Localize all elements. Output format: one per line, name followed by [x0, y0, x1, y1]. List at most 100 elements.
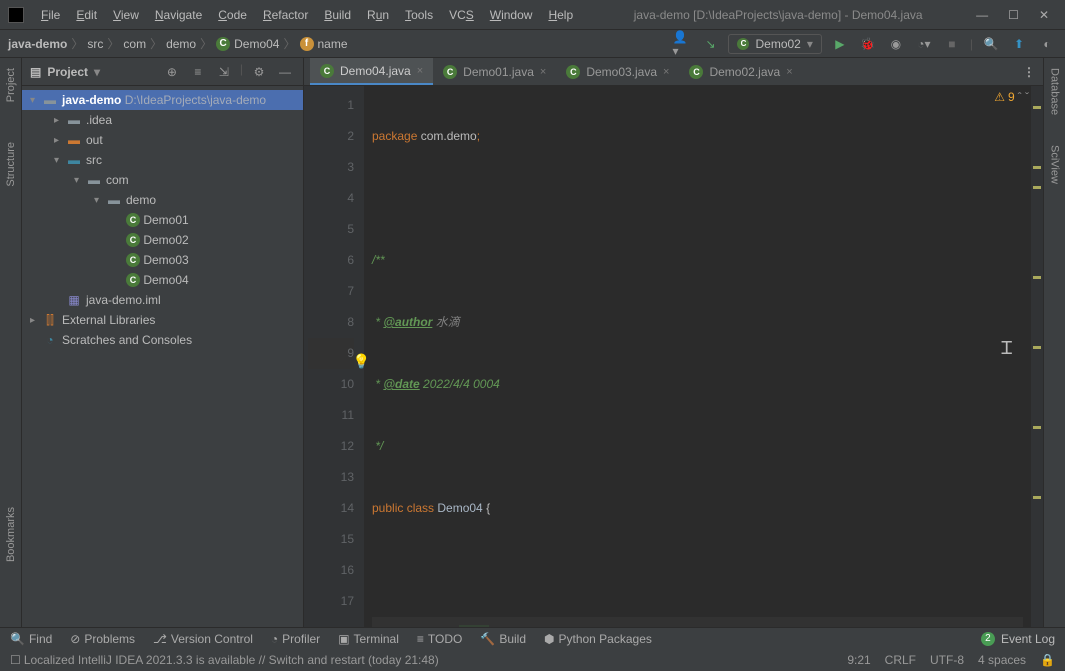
search-everywhere-icon[interactable]: 🔍: [981, 34, 1001, 54]
menu-tools[interactable]: Tools: [398, 4, 440, 26]
tool-terminal[interactable]: ▣ Terminal: [338, 632, 399, 646]
intention-bulb-icon[interactable]: 💡: [353, 346, 370, 377]
bc-demo[interactable]: demo: [166, 37, 196, 51]
tree-external-libs[interactable]: ▸⫿⫿External Libraries: [22, 310, 303, 330]
status-caret-pos[interactable]: 9:21: [847, 653, 870, 667]
bc-src[interactable]: src: [87, 37, 103, 51]
menu-window[interactable]: Window: [483, 4, 540, 26]
close-icon[interactable]: ×: [417, 65, 423, 77]
class-icon: C: [443, 65, 457, 79]
tool-find[interactable]: 🔍 Find: [10, 632, 52, 646]
build-hammer-icon[interactable]: ↘: [700, 34, 720, 54]
menu-file[interactable]: File: [34, 4, 67, 26]
tree-src[interactable]: ▾▬src: [22, 150, 303, 170]
menu-code[interactable]: Code: [211, 4, 254, 26]
menu-run[interactable]: Run: [360, 4, 396, 26]
tool-vcs[interactable]: ⎇ Version Control: [153, 632, 253, 646]
tree-out[interactable]: ▸▬out: [22, 130, 303, 150]
run-config-selector[interactable]: C Demo02 ▾: [728, 34, 821, 54]
project-tool-title[interactable]: ▤Project▾: [30, 65, 100, 79]
menu-edit[interactable]: Edit: [69, 4, 104, 26]
code-editor[interactable]: package com.demo; /** * @author 水滴 * @da…: [364, 86, 1031, 627]
bc-class[interactable]: Demo04: [234, 37, 279, 51]
tree-com[interactable]: ▾▬com: [22, 170, 303, 190]
maximize-button[interactable]: ☐: [1008, 8, 1019, 22]
class-icon: C: [737, 38, 749, 50]
coverage-button[interactable]: ◉: [886, 34, 906, 54]
class-icon: C: [126, 273, 140, 287]
stop-button[interactable]: ■: [942, 34, 962, 54]
menu-refactor[interactable]: Refactor: [256, 4, 315, 26]
tree-file-demo02[interactable]: C Demo02: [22, 230, 303, 250]
close-icon[interactable]: ×: [663, 66, 669, 78]
class-icon: C: [126, 233, 140, 247]
run-config-label: Demo02: [755, 37, 800, 51]
bc-field[interactable]: name: [318, 37, 348, 51]
line-gutter[interactable]: 123 456 78 9💡 101112 131415 1617: [304, 86, 364, 627]
tree-file-demo03[interactable]: C Demo03: [22, 250, 303, 270]
tree-root[interactable]: ▾▬ java-demo D:\IdeaProjects\java-demo: [22, 90, 303, 110]
tab-demo02[interactable]: C Demo02.java×: [679, 58, 802, 85]
status-message[interactable]: Localized IntelliJ IDEA 2021.3.3 is avai…: [24, 653, 439, 667]
class-icon: C: [126, 253, 140, 267]
status-indent[interactable]: 4 spaces: [978, 653, 1026, 667]
close-icon[interactable]: ×: [786, 66, 792, 78]
event-count-badge: 2: [981, 632, 995, 646]
profile-button[interactable]: ◔▾: [914, 34, 934, 54]
class-icon: C: [216, 37, 230, 51]
status-encoding[interactable]: UTF-8: [930, 653, 964, 667]
class-icon: C: [689, 65, 703, 79]
expand-all-icon[interactable]: ≡: [188, 62, 208, 82]
settings-icon[interactable]: ⚙: [249, 62, 269, 82]
menu-view[interactable]: View: [106, 4, 146, 26]
hide-tool-icon[interactable]: —: [275, 62, 295, 82]
tree-demo[interactable]: ▾▬demo: [22, 190, 303, 210]
user-icon[interactable]: 👤▾: [672, 34, 692, 54]
tabs-menu-icon[interactable]: ⋮: [1023, 65, 1035, 79]
debug-button[interactable]: 🐞: [858, 34, 878, 54]
bc-project[interactable]: java-demo: [8, 37, 67, 51]
app-logo: [8, 7, 24, 23]
tree-file-demo04[interactable]: C Demo04: [22, 270, 303, 290]
class-icon: C: [566, 65, 580, 79]
close-icon[interactable]: ×: [540, 66, 546, 78]
window-title: java-demo [D:\IdeaProjects\java-demo] - …: [580, 8, 976, 22]
select-opened-icon[interactable]: ⊕: [162, 62, 182, 82]
tool-profiler[interactable]: ◔ Profiler: [271, 632, 320, 646]
tool-sciview-tab[interactable]: SciView: [1049, 145, 1061, 184]
tree-file-demo01[interactable]: C Demo01: [22, 210, 303, 230]
tool-build[interactable]: 🔨 Build: [480, 632, 526, 646]
collapse-all-icon[interactable]: ⇲: [214, 62, 234, 82]
tab-demo03[interactable]: C Demo03.java×: [556, 58, 679, 85]
tab-demo04[interactable]: C Demo04.java×: [310, 58, 433, 85]
tool-python[interactable]: ⬢ Python Packages: [544, 632, 652, 646]
menu-help[interactable]: Help: [541, 4, 580, 26]
tree-scratches[interactable]: ◔Scratches and Consoles: [22, 330, 303, 350]
tool-bookmarks-tab[interactable]: Bookmarks: [5, 507, 17, 562]
tree-idea[interactable]: ▸▬.idea: [22, 110, 303, 130]
tab-demo01[interactable]: C Demo01.java×: [433, 58, 556, 85]
status-lock-icon[interactable]: 🔒: [1040, 653, 1055, 667]
menu-vcs[interactable]: VCS: [442, 4, 481, 26]
menu-navigate[interactable]: Navigate: [148, 4, 209, 26]
tool-problems[interactable]: ⊘ Problems: [70, 632, 135, 646]
status-line-sep[interactable]: CRLF: [885, 653, 916, 667]
run-button[interactable]: ▶: [830, 34, 850, 54]
tool-database-tab[interactable]: Database: [1049, 68, 1061, 115]
tool-structure-tab[interactable]: Structure: [5, 142, 17, 187]
inspection-badge[interactable]: ⚠ 9 ˆ ˇ: [994, 90, 1029, 104]
close-button[interactable]: ✕: [1039, 8, 1049, 22]
status-hint-icon[interactable]: ☐: [10, 653, 21, 667]
breadcrumb: java-demo 〉src 〉com 〉demo 〉C Demo04 〉f n…: [8, 35, 348, 52]
update-button[interactable]: ⬆: [1009, 34, 1029, 54]
minimize-button[interactable]: —: [976, 8, 988, 22]
overview-ruler[interactable]: [1031, 86, 1043, 627]
ide-features-icon[interactable]: ◐: [1037, 34, 1057, 54]
class-icon: C: [126, 213, 140, 227]
tree-iml[interactable]: ▦java-demo.iml: [22, 290, 303, 310]
menu-build[interactable]: Build: [317, 4, 358, 26]
bc-com[interactable]: com: [123, 37, 146, 51]
tool-todo[interactable]: ≡ TODO: [417, 632, 462, 646]
tool-project-tab[interactable]: Project: [5, 68, 17, 102]
tool-eventlog[interactable]: Event Log: [1001, 632, 1055, 646]
